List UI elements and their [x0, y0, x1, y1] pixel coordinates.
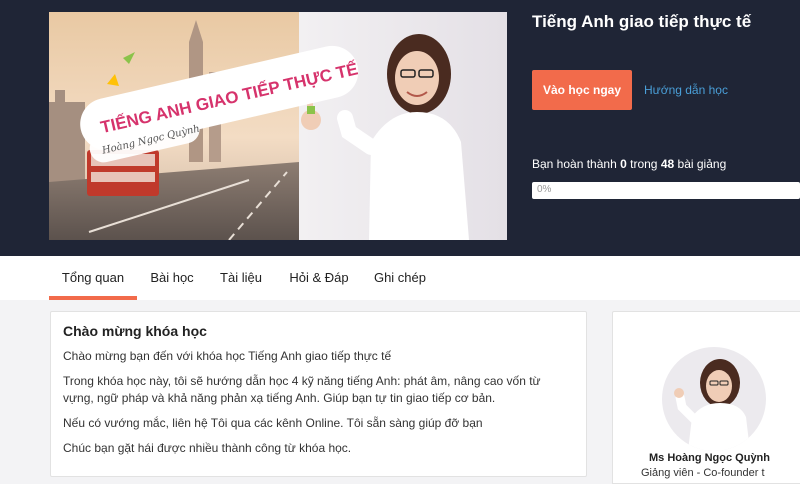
course-title: Tiếng Anh giao tiếp thực tế — [532, 12, 752, 31]
progress-summary: Bạn hoàn thành 0 trong 48 bài giảng — [532, 157, 726, 171]
progress-percent: 0% — [537, 184, 552, 195]
welcome-card: Chào mừng khóa học Chào mừng bạn đến với… — [50, 311, 587, 477]
welcome-paragraph: Chào mừng bạn đến với khóa học Tiếng Anh… — [63, 349, 392, 363]
tab-qa[interactable]: Hỏi & Đáp — [282, 256, 356, 300]
progress-total-count: 48 — [660, 157, 675, 171]
tab-lessons[interactable]: Bài học — [146, 256, 198, 300]
tab-documents[interactable]: Tài liệu — [214, 256, 268, 300]
tab-overview[interactable]: Tổng quan — [49, 256, 137, 300]
welcome-paragraph: Chúc bạn gặt hái được nhiều thành công t… — [63, 441, 352, 455]
welcome-heading: Chào mừng khóa học — [63, 323, 207, 339]
welcome-paragraph: Trong khóa học này, tôi sẽ hướng dẫn học… — [63, 374, 541, 405]
progress-bar: 0% — [532, 182, 800, 199]
course-tabs: Tổng quan Bài học Tài liệu Hỏi & Đáp Ghi… — [0, 256, 800, 300]
instructor-card: Ms Hoàng Ngọc Quỳnh Giảng viên - Co-foun… — [612, 311, 800, 484]
progress-middle: trong — [630, 157, 658, 171]
course-header: TIẾNG ANH GIAO TIẾP THỰC TẾ Hoàng Ngọc Q… — [0, 0, 800, 256]
instructor-role: Giảng viên - Co-founder t — [641, 467, 765, 479]
instructor-avatar[interactable] — [662, 347, 766, 451]
learning-guide-link[interactable]: Hướng dẫn học — [644, 83, 728, 97]
welcome-paragraph: Nếu có vướng mắc, liên hệ Tôi qua các kê… — [63, 416, 483, 430]
course-banner-image: TIẾNG ANH GIAO TIẾP THỰC TẾ Hoàng Ngọc Q… — [49, 12, 507, 240]
instructor-name: Ms Hoàng Ngọc Quỳnh — [649, 452, 770, 464]
progress-suffix: bài giảng — [677, 157, 727, 171]
progress-prefix: Bạn hoàn thành — [532, 157, 617, 171]
progress-completed-count: 0 — [620, 157, 627, 171]
tab-notes[interactable]: Ghi chép — [368, 256, 432, 300]
start-learning-button[interactable]: Vào học ngay — [532, 70, 632, 110]
